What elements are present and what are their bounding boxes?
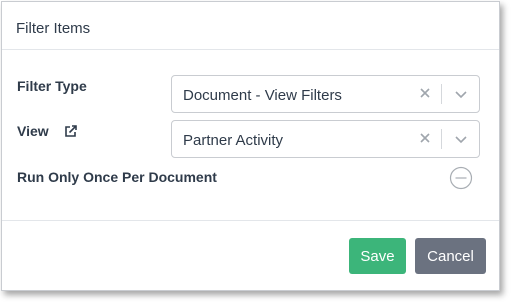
chevron-down-icon[interactable] bbox=[455, 89, 467, 99]
dialog-footer-divider bbox=[2, 220, 499, 221]
view-select[interactable]: Partner Activity bbox=[171, 120, 480, 158]
dialog-title: Filter Items bbox=[16, 20, 91, 37]
cancel-button[interactable]: Cancel bbox=[415, 238, 486, 274]
clear-icon[interactable] bbox=[419, 87, 431, 99]
filter-items-dialog: Filter Items Filter Type Document - View… bbox=[1, 1, 500, 291]
external-link-icon[interactable] bbox=[64, 125, 77, 138]
run-once-label: Run Only Once Per Document bbox=[17, 169, 217, 185]
filter-type-select[interactable]: Document - View Filters bbox=[171, 75, 480, 113]
dialog-header: Filter Items bbox=[2, 2, 499, 50]
select-separator bbox=[441, 84, 442, 104]
filter-type-label: Filter Type bbox=[17, 78, 87, 94]
select-separator bbox=[441, 129, 442, 149]
chevron-down-icon[interactable] bbox=[455, 134, 467, 144]
view-label: View bbox=[17, 123, 49, 139]
filter-type-value: Document - View Filters bbox=[183, 87, 342, 104]
view-value: Partner Activity bbox=[183, 132, 284, 149]
save-button[interactable]: Save bbox=[349, 238, 406, 274]
clear-icon[interactable] bbox=[419, 132, 431, 144]
minus-circle-icon[interactable] bbox=[449, 166, 473, 190]
